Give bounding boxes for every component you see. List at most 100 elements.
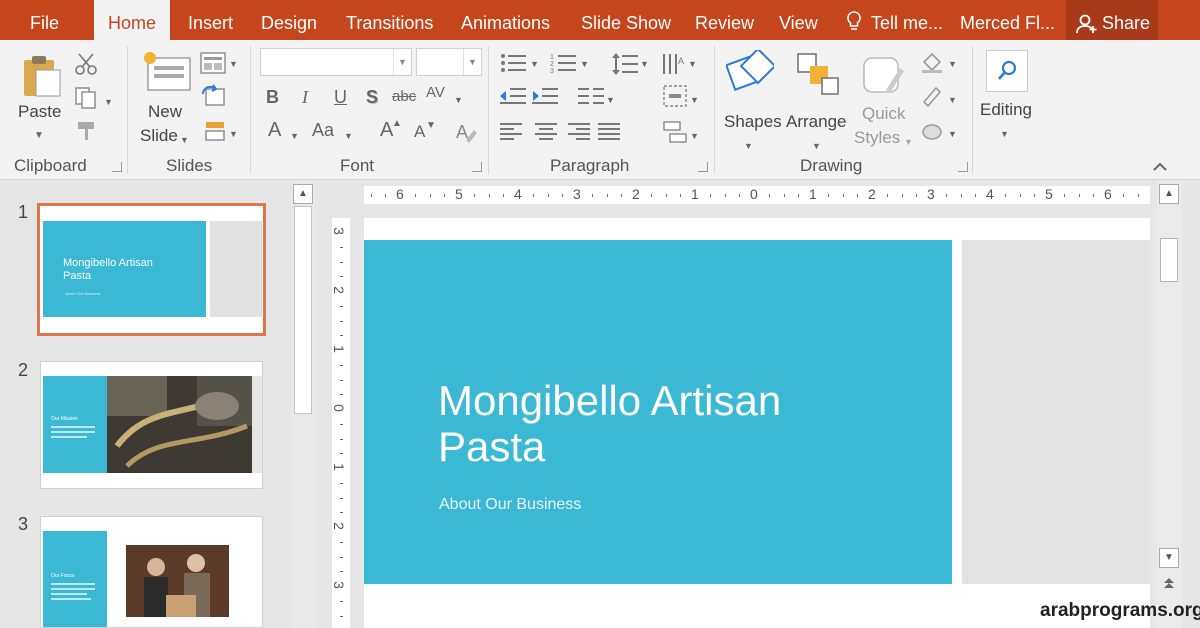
format-painter-icon[interactable] bbox=[76, 120, 98, 142]
copy-icon[interactable] bbox=[74, 86, 98, 110]
scroll-thumb[interactable] bbox=[294, 206, 312, 414]
paste-button[interactable]: Paste ▼ bbox=[16, 50, 66, 144]
smartart-dropdown-icon[interactable]: ▼ bbox=[690, 126, 699, 146]
quick-styles-button[interactable]: Quick Styles ▼ bbox=[854, 48, 914, 152]
align-left-icon[interactable] bbox=[500, 122, 524, 142]
font-launcher-icon[interactable] bbox=[472, 162, 482, 172]
thumbnail-scrollbar[interactable]: ▲ bbox=[292, 180, 314, 628]
shapes-icon bbox=[726, 50, 774, 91]
horizontal-ruler[interactable]: 6 5 4 3 2 1 0 1 2 3 4 5 6 bbox=[364, 186, 1150, 204]
new-slide-button[interactable]: New Slide ▼ bbox=[138, 48, 194, 152]
quick-styles-label-1: Quick bbox=[862, 104, 906, 123]
editing-button[interactable]: Editing ▼ bbox=[978, 48, 1038, 152]
text-direction-dropdown-icon[interactable]: ▼ bbox=[688, 54, 697, 74]
shape-effects-dropdown-icon[interactable]: ▼ bbox=[948, 124, 957, 144]
people-photo bbox=[126, 545, 229, 617]
title-accent-panel[interactable]: Mongibello Artisan Pasta About Our Busin… bbox=[364, 240, 952, 584]
font-color-button[interactable]: A bbox=[268, 120, 281, 140]
justify-icon[interactable] bbox=[598, 122, 622, 142]
collapse-ribbon-icon[interactable] bbox=[1152, 160, 1168, 172]
shape-outline-dropdown-icon[interactable]: ▼ bbox=[948, 90, 957, 110]
shape-fill-dropdown-icon[interactable]: ▼ bbox=[948, 54, 957, 74]
drawing-launcher-icon[interactable] bbox=[958, 162, 968, 172]
layout-dropdown-icon[interactable]: ▼ bbox=[229, 54, 238, 74]
font-size-dropdown-icon[interactable]: ▼ bbox=[463, 49, 481, 75]
scroll-up-button[interactable]: ▲ bbox=[1159, 184, 1179, 204]
slide-thumbnail-2[interactable]: Our Mission bbox=[40, 361, 263, 489]
slide-title[interactable]: Mongibello Artisan Pasta bbox=[438, 378, 781, 470]
vertical-ruler[interactable]: 3 2 1 0 1 2 3 bbox=[331, 218, 350, 628]
font-name-dropdown-icon[interactable]: ▼ bbox=[393, 49, 411, 75]
line-spacing-icon[interactable] bbox=[612, 52, 638, 76]
slide-thumbnails-pane[interactable]: 1 Mongibello Artisan Pasta About Our Bus… bbox=[0, 180, 290, 628]
character-spacing-button[interactable]: AV bbox=[426, 83, 445, 103]
tab-insert[interactable]: Insert bbox=[188, 0, 233, 40]
align-text-dropdown-icon[interactable]: ▼ bbox=[690, 90, 699, 110]
columns-icon[interactable] bbox=[578, 86, 604, 106]
slide-canvas[interactable]: Mongibello Artisan Pasta About Our Busin… bbox=[364, 218, 1150, 628]
divider bbox=[127, 46, 128, 174]
case-dropdown-icon[interactable]: ▼ bbox=[344, 126, 353, 146]
shape-fill-icon[interactable] bbox=[920, 50, 944, 74]
shrink-font-button[interactable]: A bbox=[414, 122, 425, 142]
clear-formatting-icon[interactable]: A bbox=[454, 120, 478, 144]
bullets-icon[interactable] bbox=[500, 52, 528, 74]
increase-indent-icon[interactable] bbox=[532, 86, 558, 106]
layout-icon[interactable] bbox=[200, 52, 226, 74]
ruler-tick bbox=[547, 194, 549, 197]
gray-side-panel[interactable] bbox=[962, 240, 1150, 584]
section-icon[interactable] bbox=[200, 120, 226, 142]
shape-effects-icon[interactable] bbox=[920, 120, 944, 142]
font-size-input[interactable]: ▼ bbox=[416, 48, 482, 76]
tab-design[interactable]: Design bbox=[261, 0, 317, 40]
align-center-icon[interactable] bbox=[534, 122, 558, 142]
slide-thumbnail-3[interactable]: Our Focus bbox=[40, 516, 263, 628]
shape-outline-icon[interactable] bbox=[920, 84, 944, 108]
reset-icon[interactable] bbox=[200, 84, 226, 108]
editor-scrollbar[interactable]: ▲ ▼ bbox=[1156, 180, 1182, 628]
numbering-dropdown-icon[interactable]: ▼ bbox=[580, 54, 589, 74]
section-dropdown-icon[interactable]: ▼ bbox=[229, 124, 238, 144]
copy-dropdown-icon[interactable]: ▼ bbox=[104, 92, 113, 112]
clipboard-launcher-icon[interactable] bbox=[112, 162, 122, 172]
shapes-button[interactable]: Shapes ▼ bbox=[722, 48, 782, 152]
text-direction-icon[interactable]: A bbox=[660, 52, 686, 76]
tab-view[interactable]: View bbox=[779, 0, 818, 40]
ruler-tick bbox=[340, 246, 343, 248]
font-name-input[interactable]: ▼ bbox=[260, 48, 412, 76]
change-case-button[interactable]: Aa bbox=[312, 120, 334, 140]
tab-file[interactable]: File bbox=[30, 0, 59, 40]
spacing-dropdown-icon[interactable]: ▼ bbox=[454, 90, 463, 110]
arrange-button[interactable]: Arrange ▼ bbox=[786, 48, 850, 152]
previous-slide-icon[interactable] bbox=[1163, 576, 1175, 590]
underline-button[interactable]: U bbox=[334, 87, 347, 107]
share-button[interactable]: Share bbox=[1066, 0, 1158, 40]
user-name[interactable]: Merced Fl... bbox=[960, 0, 1055, 40]
shadow-button[interactable]: S bbox=[366, 87, 378, 107]
bullets-dropdown-icon[interactable]: ▼ bbox=[530, 54, 539, 74]
numbering-icon[interactable]: 123 bbox=[550, 52, 578, 74]
strikethrough-button[interactable]: abc bbox=[392, 87, 416, 107]
align-right-icon[interactable] bbox=[566, 122, 590, 142]
tab-transitions[interactable]: Transitions bbox=[346, 0, 433, 40]
bold-button[interactable]: B bbox=[266, 87, 279, 107]
scroll-down-button[interactable]: ▼ bbox=[1159, 548, 1179, 568]
columns-dropdown-icon[interactable]: ▼ bbox=[606, 90, 615, 110]
scroll-up-button[interactable]: ▲ bbox=[293, 184, 313, 204]
scissors-icon[interactable] bbox=[74, 52, 98, 76]
paragraph-launcher-icon[interactable] bbox=[698, 162, 708, 172]
slide-subtitle[interactable]: About Our Business bbox=[439, 496, 581, 514]
decrease-indent-icon[interactable] bbox=[500, 86, 526, 106]
tab-animations[interactable]: Animations bbox=[461, 0, 550, 40]
slide-thumbnail-1[interactable]: Mongibello Artisan Pasta About Our Busin… bbox=[37, 203, 266, 336]
italic-button[interactable]: I bbox=[302, 87, 308, 107]
tab-review[interactable]: Review bbox=[695, 0, 754, 40]
smartart-icon[interactable] bbox=[662, 120, 688, 144]
tab-slide-show[interactable]: Slide Show bbox=[581, 0, 671, 40]
line-spacing-dropdown-icon[interactable]: ▼ bbox=[640, 54, 649, 74]
scroll-thumb[interactable] bbox=[1160, 238, 1178, 282]
align-text-icon[interactable] bbox=[662, 84, 688, 108]
tab-home[interactable]: Home bbox=[94, 0, 170, 40]
font-color-dropdown-icon[interactable]: ▼ bbox=[290, 126, 299, 146]
divider bbox=[714, 46, 715, 174]
